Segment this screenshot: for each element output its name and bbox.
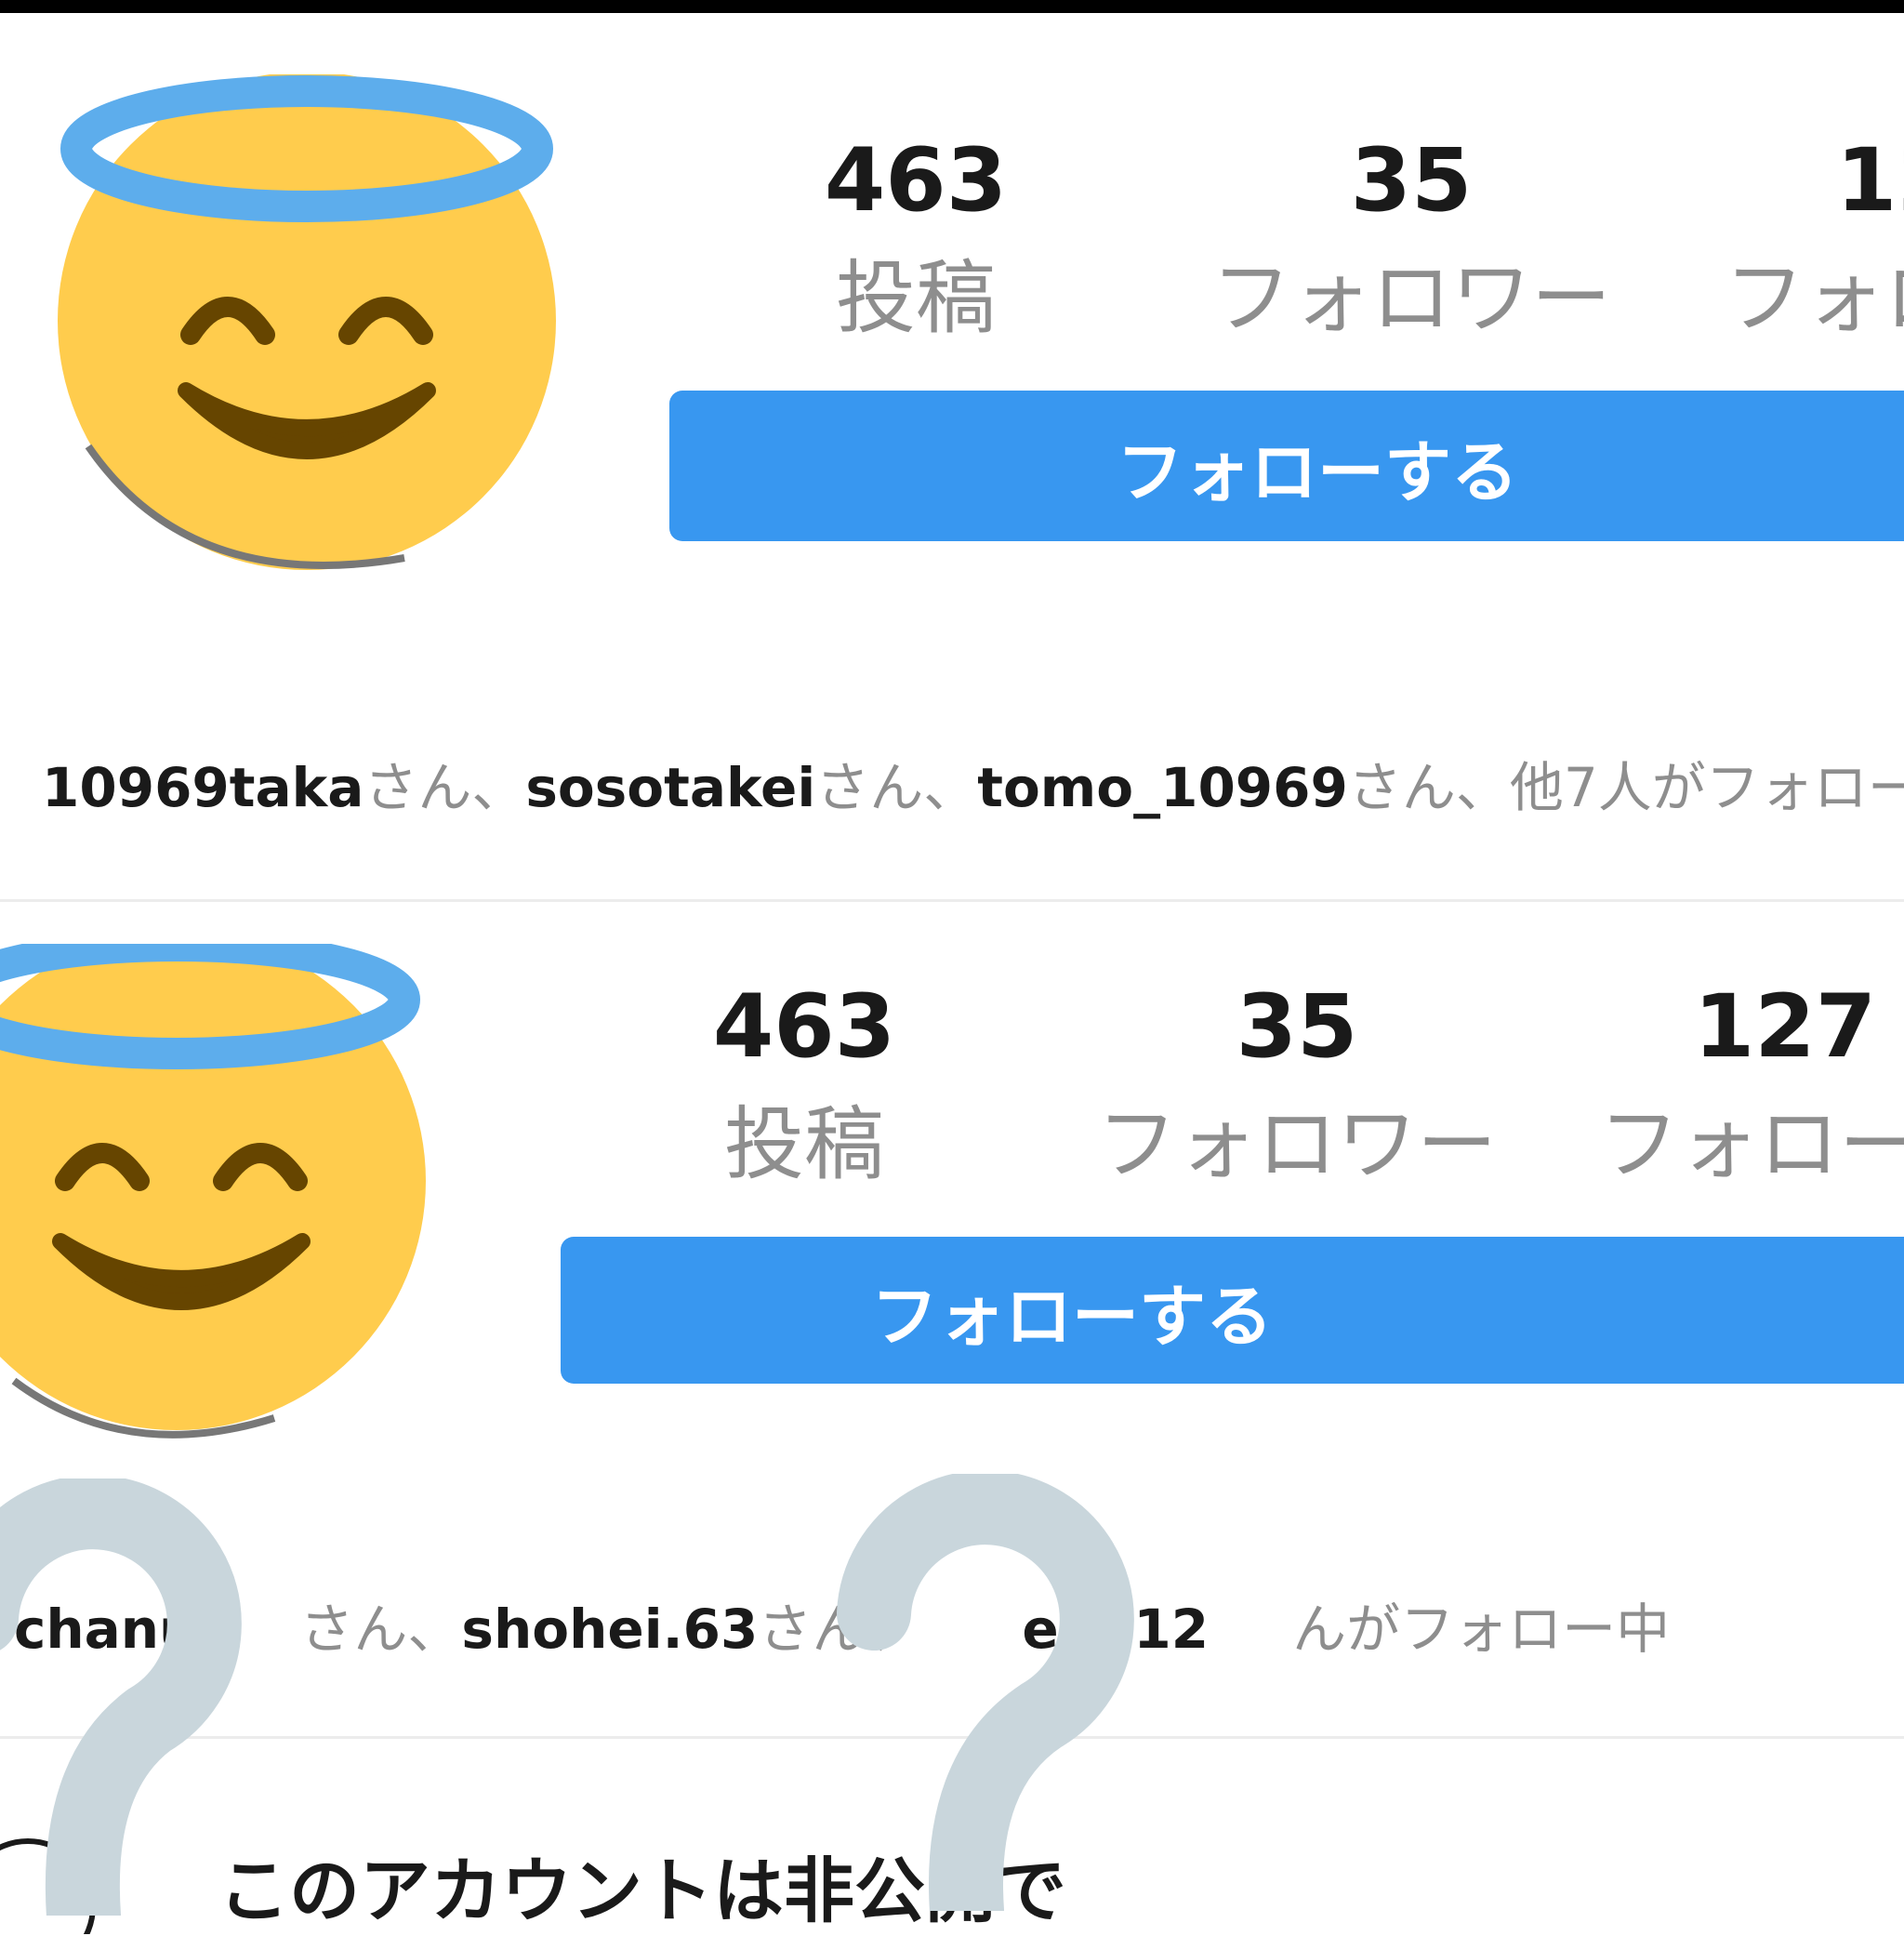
following-count[interactable]: 127 [1562,984,1904,1071]
followed-suffix: さん、他7人がフォロー中 [1347,756,1904,819]
question-mark-icon [837,1474,1134,1911]
followed-sep: さん、 [299,1598,462,1661]
followers-label: フォロワー [1097,1098,1497,1191]
following-count[interactable]: 12 [1836,138,1904,225]
following-label: フォロー [1599,1098,1904,1191]
followed-sep: さん、 [364,756,526,819]
angel-emoji-avatar[interactable] [51,74,572,595]
follow-button[interactable]: フォローする [561,1237,1904,1384]
follower-username[interactable]: tomo_10969 [977,756,1348,819]
posts-label: 投稿 [724,1098,884,1191]
followed-by-text: 10969takaさん、sosotakeiさん、tomo_10969さん、他7人… [42,744,1904,822]
follower-username[interactable]: shohei.63 [461,1598,758,1661]
followed-sep: さん、 [815,756,978,819]
section-divider [0,899,1904,902]
follow-button[interactable]: フォローする [669,391,1904,541]
top-status-bar [0,0,1904,13]
posts-count[interactable]: 463 [581,984,1027,1071]
angel-emoji-avatar[interactable] [0,944,442,1465]
posts-label: 投稿 [836,252,996,345]
follow-button-label: フォローする [870,1280,1273,1355]
following-label: フォロ [1725,252,1904,345]
followers-label: フォロワー [1211,252,1611,345]
posts-count[interactable]: 463 [693,138,1139,225]
follower-username[interactable]: sosotakei [525,756,815,819]
question-mark-icon [0,1479,242,1916]
follower-username[interactable]: 10969taka [42,756,364,819]
followed-suffix: んがフォロー中 [1292,1598,1671,1661]
followers-count[interactable]: 35 [1074,984,1520,1071]
follow-button-label: フォローする [1116,435,1518,511]
followers-count[interactable]: 35 [1188,138,1634,225]
